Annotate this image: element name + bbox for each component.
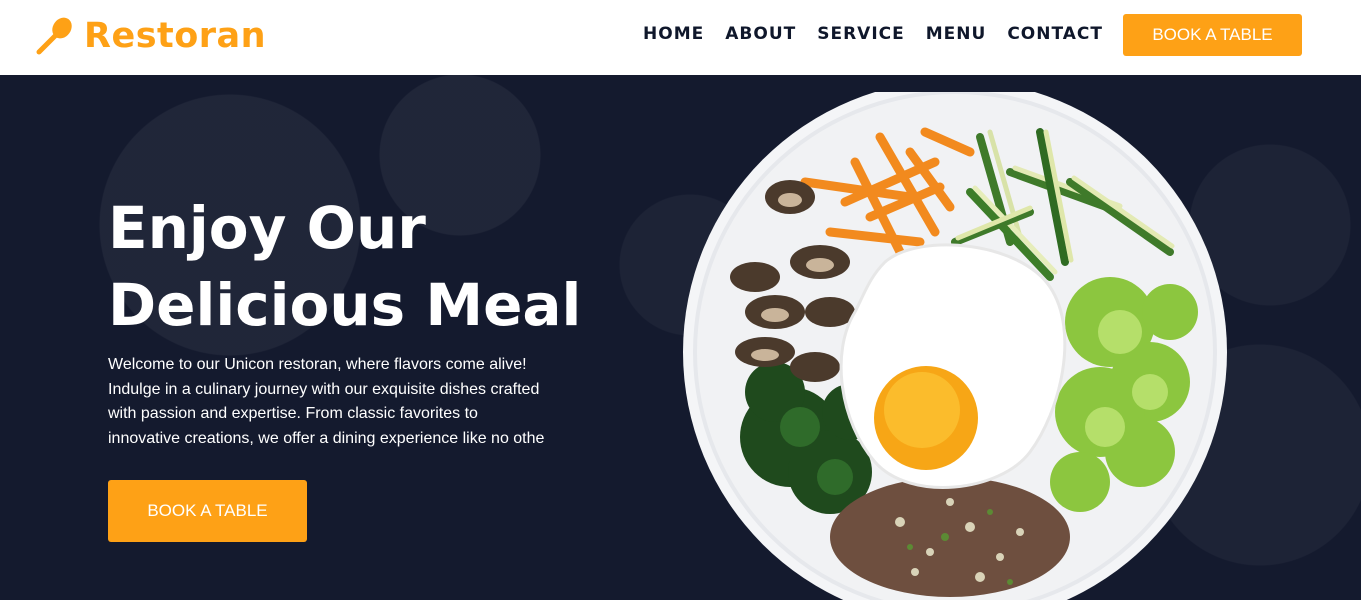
hero-description-line: innovative creations, we offer a dining … xyxy=(108,429,545,447)
hero-title: Enjoy Our Delicious Meal xyxy=(108,190,581,344)
nav-item-service[interactable]: SERVICE xyxy=(817,24,905,44)
hero-title-line: Delicious Meal xyxy=(108,271,582,339)
hero-description-line: Indulge in a culinary journey with our e… xyxy=(108,380,540,398)
spoon-icon xyxy=(36,17,72,55)
hero-section: Enjoy Our Delicious Meal Welcome to our … xyxy=(0,75,1361,600)
nav-book-table-button[interactable]: BOOK A TABLE xyxy=(1123,14,1302,56)
nav-item-menu[interactable]: MENU xyxy=(926,24,987,44)
brand-logo[interactable]: Restoran xyxy=(34,14,266,58)
nav-item-contact[interactable]: CONTACT xyxy=(1007,24,1103,44)
meal-bowl-image xyxy=(683,92,1227,600)
main-nav: HOME ABOUT SERVICE MENU CONTACT xyxy=(643,24,1103,44)
navbar: Restoran HOME ABOUT SERVICE MENU CONTACT… xyxy=(0,0,1361,75)
hero-book-table-button[interactable]: BOOK A TABLE xyxy=(108,480,307,542)
hero-description: Welcome to our Unicon restoran, where fl… xyxy=(108,353,618,451)
hero-description-line: Welcome to our Unicon restoran, where fl… xyxy=(108,356,527,373)
hero-title-line: Enjoy Our xyxy=(108,194,426,262)
nav-item-about[interactable]: ABOUT xyxy=(725,24,796,44)
hero-description-line: with passion and expertise. From classic… xyxy=(108,405,478,422)
brand-name: Restoran xyxy=(84,16,267,56)
nav-item-home[interactable]: HOME xyxy=(643,24,704,44)
